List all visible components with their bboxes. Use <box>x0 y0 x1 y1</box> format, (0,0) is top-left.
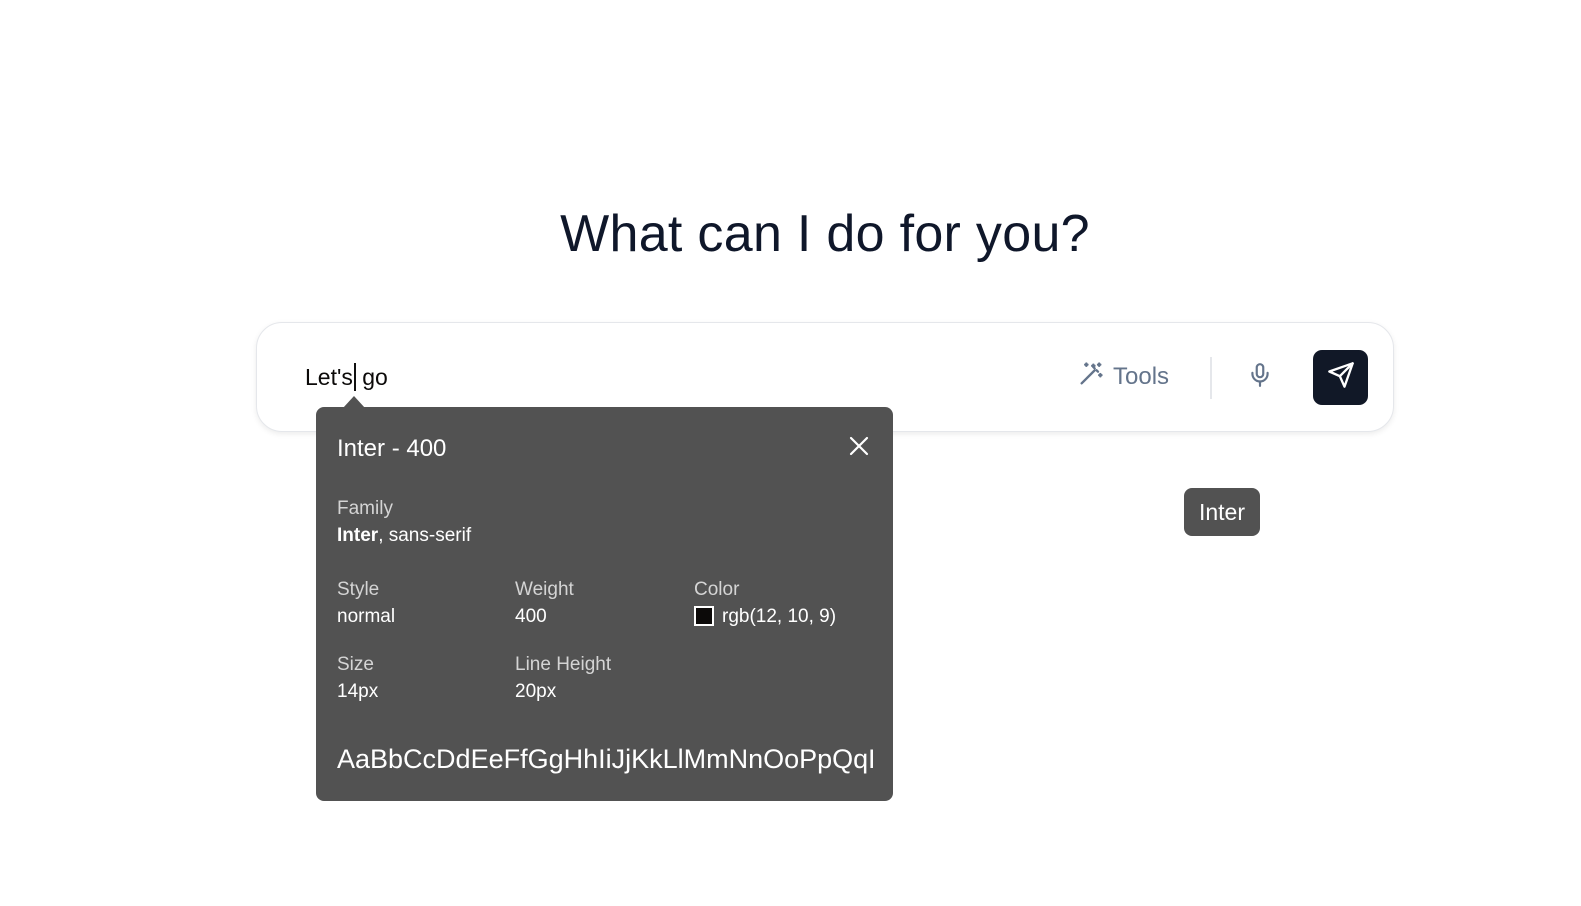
font-inspector-title: Inter - 400 <box>337 435 447 462</box>
page: What can I do for you? Let's go Tools In… <box>0 0 1581 906</box>
toolbar-divider <box>1210 357 1212 399</box>
page-title: What can I do for you? <box>560 205 1090 263</box>
color-swatch <box>694 606 714 626</box>
font-sample-text: AaBbCcDdEeFfGgHhIiJjKkLlMmNnOoPpQqRrSsTt… <box>337 744 873 774</box>
style-value: normal <box>337 606 396 627</box>
microphone-button[interactable] <box>1240 357 1280 397</box>
color-value: rgb(12, 10, 9) <box>694 606 836 628</box>
input-text-after-caret: go <box>355 364 388 390</box>
tools-button[interactable]: Tools <box>1077 357 1169 397</box>
size-value: 14px <box>337 681 379 702</box>
send-icon <box>1327 361 1355 394</box>
tools-label: Tools <box>1113 363 1170 390</box>
font-inspector-tooltip: Inter - 400 Family Inter, sans-serif Sty… <box>316 407 893 801</box>
color-value-text: rgb(12, 10, 9) <box>722 606 837 627</box>
prompt-input[interactable]: Let's go <box>305 363 388 391</box>
color-label: Color <box>694 579 740 600</box>
line-height-value: 20px <box>515 681 557 702</box>
family-label: Family <box>337 498 393 519</box>
close-icon[interactable] <box>848 435 870 457</box>
size-label: Size <box>337 654 374 675</box>
weight-label: Weight <box>515 579 574 600</box>
input-text-before-caret: Let's <box>305 364 353 390</box>
weight-value: 400 <box>515 606 547 627</box>
family-primary: Inter <box>337 525 379 546</box>
send-button[interactable] <box>1313 350 1368 405</box>
family-fallback: , sans-serif <box>378 525 472 546</box>
font-name-chip: Inter <box>1184 488 1260 536</box>
style-label: Style <box>337 579 380 600</box>
microphone-icon <box>1247 361 1273 394</box>
line-height-label: Line Height <box>515 654 612 675</box>
family-value: Inter, sans-serif <box>337 525 471 547</box>
wand-sparkles-icon <box>1077 360 1105 395</box>
